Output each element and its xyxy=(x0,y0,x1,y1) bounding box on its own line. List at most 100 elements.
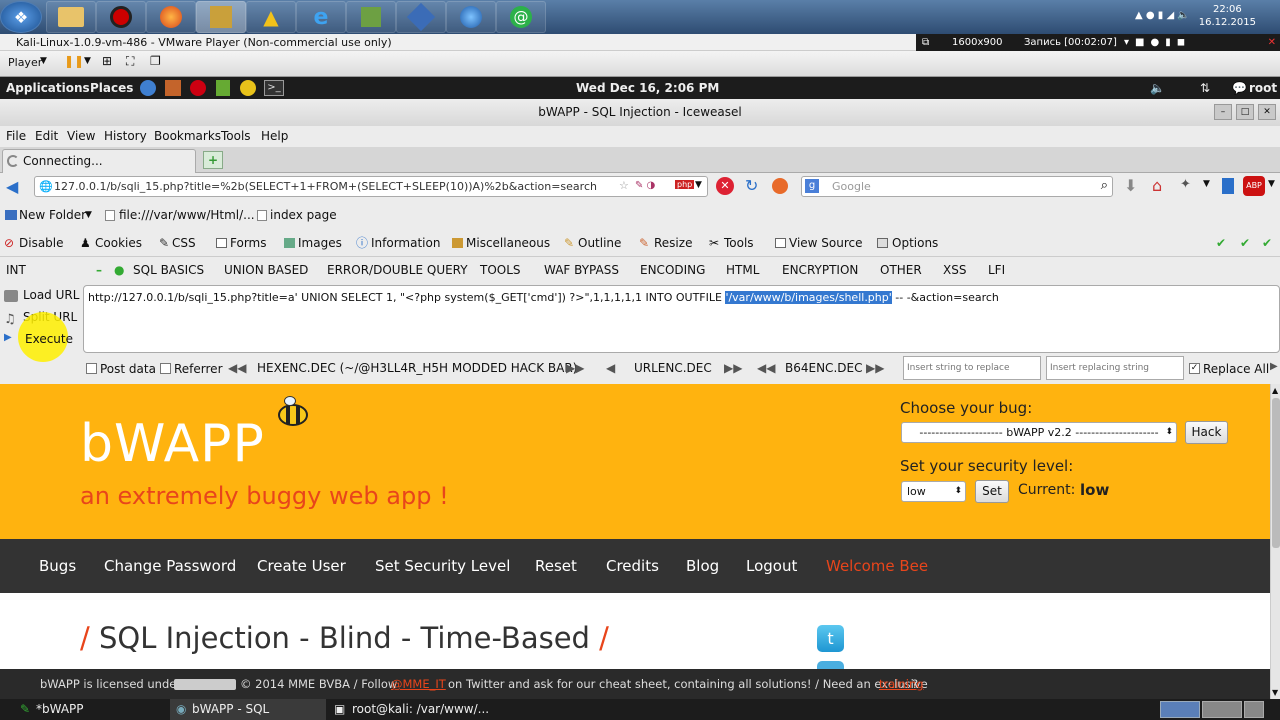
recorder-taskbar-button[interactable] xyxy=(96,1,146,33)
places-menu[interactable]: Places xyxy=(90,77,133,99)
b64enc-left-arrow-icon[interactable]: ◀◀ xyxy=(757,361,775,375)
nav-change-password[interactable]: Change Password xyxy=(104,557,236,575)
home-icon[interactable]: ⌂ xyxy=(1152,176,1162,195)
nav-create-user[interactable]: Create User xyxy=(257,557,346,575)
tray-clock[interactable]: 22:06 16.12.2015 xyxy=(1199,3,1256,29)
hackbar-xss[interactable]: XSS xyxy=(943,257,966,284)
minus-icon[interactable]: – xyxy=(96,257,102,284)
webdev-outline[interactable]: Outline xyxy=(578,229,621,257)
pause-icon[interactable]: ❚❚ xyxy=(64,54,84,68)
chevron-down-icon[interactable]: ▼ xyxy=(84,56,91,66)
menu-view[interactable]: View xyxy=(67,126,95,147)
firefox-taskbar-button[interactable] xyxy=(146,1,196,33)
webdev-view-source[interactable]: View Source xyxy=(789,229,863,257)
menu-history[interactable]: History xyxy=(104,126,147,147)
addon-icons[interactable]: ✎ ◑ xyxy=(635,180,655,191)
hackbar-url-textarea[interactable]: http://127.0.0.1/b/sqli_15.php?title=a' … xyxy=(83,285,1280,353)
android-launcher-icon[interactable] xyxy=(216,80,230,96)
hack-button[interactable]: Hack xyxy=(1185,421,1228,444)
bookmark-index-page[interactable]: index page xyxy=(270,201,337,229)
plus-icon[interactable]: ● xyxy=(114,257,124,284)
star-icon[interactable]: ☆ xyxy=(619,179,629,192)
mail-taskbar-button[interactable]: @ xyxy=(496,1,546,33)
close-button[interactable]: ✕ xyxy=(1258,104,1276,120)
panel-user[interactable]: root xyxy=(1249,77,1277,99)
burp-launcher-icon[interactable] xyxy=(165,80,181,96)
minimize-button[interactable]: – xyxy=(1214,104,1232,120)
addon-icon[interactable]: ✦ xyxy=(1180,177,1191,192)
bookmark-file-link[interactable]: file:///var/www/Html/... xyxy=(119,201,255,229)
urlenc-right-arrow-icon[interactable]: ▶▶ xyxy=(724,361,742,375)
google-icon[interactable]: g xyxy=(805,179,819,193)
player-menu[interactable]: Player xyxy=(8,56,42,69)
download-icon[interactable]: ⬇ xyxy=(1124,176,1137,195)
scroll-down-icon[interactable]: ▼ xyxy=(1272,688,1278,697)
terminal-launcher-icon[interactable]: >_ xyxy=(264,80,284,96)
webdev-miscellaneous[interactable]: Miscellaneous xyxy=(466,229,550,257)
replace-string-input[interactable] xyxy=(903,356,1041,380)
new-tab-button[interactable]: + xyxy=(203,151,223,169)
check-icon[interactable]: ✔ xyxy=(1262,229,1272,257)
hexenc-right-arrow-icon[interactable]: ▶▶ xyxy=(566,361,584,375)
nav-blog[interactable]: Blog xyxy=(686,557,719,575)
nav-reset[interactable]: Reset xyxy=(535,557,577,575)
applications-menu[interactable]: Applications xyxy=(6,77,90,99)
hackbar-encryption[interactable]: ENCRYPTION xyxy=(782,257,858,284)
workspace-3[interactable] xyxy=(1244,701,1264,718)
webdev-tools[interactable]: Tools xyxy=(724,229,754,257)
send-keys-icon[interactable]: ⊞ xyxy=(102,54,112,68)
task-terminal[interactable]: ▣ root@kali: /var/www/... xyxy=(330,699,490,720)
bug-select[interactable]: --------------------- bWAPP v2.2 -------… xyxy=(901,422,1177,443)
nav-bugs[interactable]: Bugs xyxy=(39,557,76,575)
chevron-down-icon[interactable]: ▼ xyxy=(40,56,47,66)
radiation-launcher-icon[interactable] xyxy=(240,80,256,96)
unity-icon[interactable]: ❐ xyxy=(150,54,161,68)
tray-icons[interactable]: ▲ ● ▮ ◢ 🔈 xyxy=(1135,10,1190,21)
bookmark-new-folder[interactable]: New Folder xyxy=(19,201,86,229)
webdev-forms[interactable]: Forms xyxy=(230,229,266,257)
nav-credits[interactable]: Credits xyxy=(606,557,659,575)
panel-clock[interactable]: Wed Dec 16, 2:06 PM xyxy=(576,77,719,99)
webdev-information[interactable]: Information xyxy=(371,229,440,257)
webdev-resize[interactable]: Resize xyxy=(654,229,692,257)
referrer-checkbox[interactable] xyxy=(160,363,171,374)
menu-edit[interactable]: Edit xyxy=(35,126,58,147)
footer-twitter-link[interactable]: @MME_IT xyxy=(391,669,446,699)
hackbar-error-double-query[interactable]: ERROR/DOUBLE QUERY xyxy=(327,257,468,284)
urlenc-left-arrow-icon[interactable]: ◀ xyxy=(606,361,615,375)
workspace-1[interactable] xyxy=(1160,701,1200,718)
scrollbar-thumb[interactable] xyxy=(1272,398,1280,548)
armitage-launcher-icon[interactable] xyxy=(190,80,206,96)
workspace-2[interactable] xyxy=(1202,701,1242,718)
explorer-taskbar-button[interactable] xyxy=(46,1,96,33)
back-arrow-icon[interactable]: ◀ xyxy=(6,177,18,196)
webdev-images[interactable]: Images xyxy=(298,229,342,257)
adblock-icon[interactable]: ABP xyxy=(1243,176,1265,196)
hexenc-left-arrow-icon[interactable]: ◀◀ xyxy=(228,361,246,375)
webdev-options[interactable]: Options xyxy=(892,229,938,257)
execute-button[interactable]: Execute xyxy=(25,332,73,346)
security-select[interactable]: low ⬍ xyxy=(901,481,966,502)
check-icon[interactable]: ✔ xyxy=(1216,229,1226,257)
browser-launcher-icon[interactable] xyxy=(140,80,156,96)
post-data-checkbox[interactable] xyxy=(86,363,97,374)
box-app-taskbar-button[interactable] xyxy=(396,1,446,33)
chevron-down-icon[interactable]: ▼ xyxy=(695,180,702,190)
windows-start-button[interactable]: ❖ xyxy=(0,1,42,33)
webdev-css[interactable]: CSS xyxy=(172,229,196,257)
hackbar-html[interactable]: HTML xyxy=(726,257,759,284)
search-icon[interactable]: ⌕ xyxy=(1101,178,1108,193)
hackbar-waf-bypass[interactable]: WAF BYPASS xyxy=(544,257,619,284)
browser-tab[interactable]: Connecting... xyxy=(2,149,196,173)
nav-logout[interactable]: Logout xyxy=(746,557,797,575)
chart-app-taskbar-button[interactable] xyxy=(346,1,396,33)
hackbar-int-dropdown[interactable]: INT xyxy=(6,257,26,284)
scroll-right-icon[interactable]: ▶ xyxy=(1270,361,1278,372)
task-browser[interactable]: ◉ bWAPP - SQL Injectio... xyxy=(170,699,326,720)
page-scrollbar[interactable]: ▲ ▼ xyxy=(1270,384,1280,699)
cc-license-badge-icon[interactable] xyxy=(174,679,236,690)
network-icon[interactable]: ⇅ xyxy=(1200,77,1210,99)
menu-bookmarks[interactable]: Bookmarks xyxy=(154,126,221,147)
menu-help[interactable]: Help xyxy=(261,126,288,147)
hackbar-sql-basics[interactable]: SQL BASICS xyxy=(133,257,204,284)
